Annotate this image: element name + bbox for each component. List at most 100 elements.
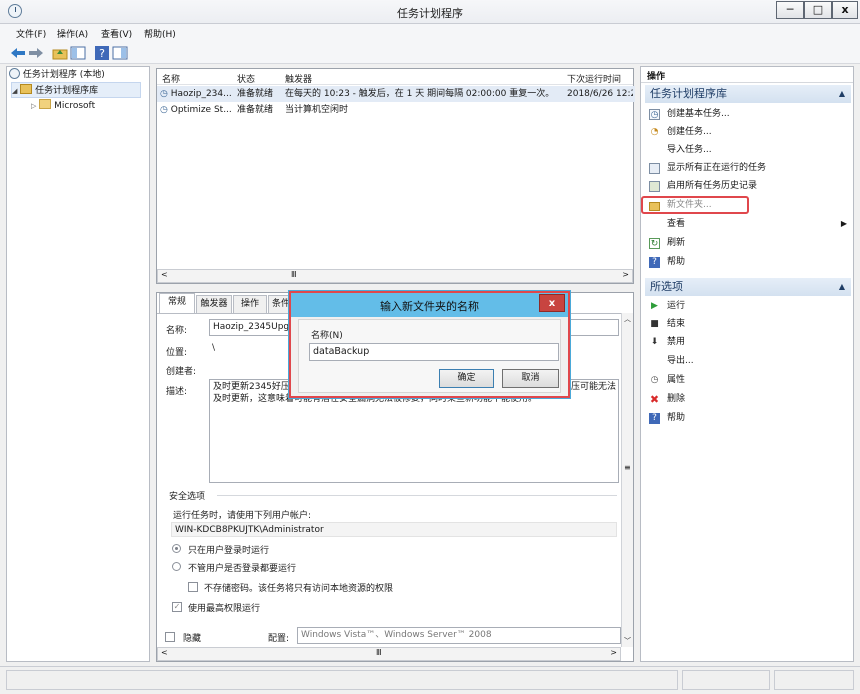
- scroll-right-icon[interactable]: >: [610, 648, 617, 657]
- show-action-pane-icon[interactable]: [112, 45, 128, 61]
- col-name[interactable]: 名称: [162, 72, 180, 85]
- detail-vertical-scrollbar[interactable]: ︿ ≡ ﹀: [621, 313, 633, 647]
- dialog-close-button[interactable]: x: [539, 294, 565, 312]
- list-header: 名称 状态 触发器 下次运行时间: [157, 69, 633, 85]
- action-new-folder[interactable]: 新文件夹...: [641, 196, 749, 214]
- delete-x-icon: ✖: [649, 393, 660, 406]
- action-view[interactable]: 查看 ▶: [645, 215, 851, 233]
- status-pane-middle: [682, 670, 770, 690]
- collapse-up-icon[interactable]: ▲: [839, 278, 845, 296]
- folder-icon: [649, 202, 660, 211]
- show-hide-tree-icon[interactable]: [70, 45, 86, 61]
- scroll-left-icon[interactable]: <: [161, 648, 168, 657]
- scroll-grip-icon[interactable]: ≡: [624, 463, 631, 472]
- action-end[interactable]: ■ 结束: [645, 315, 851, 333]
- action-import-task[interactable]: 导入任务...: [645, 141, 851, 159]
- table-row[interactable]: ◷ Optimize St... 准备就绪 当计算机空闲时: [157, 102, 635, 118]
- maximize-button[interactable]: □: [804, 1, 832, 19]
- section-selected-title: 所选项: [650, 280, 683, 293]
- scroll-right-icon[interactable]: >: [622, 270, 629, 279]
- history-icon: [649, 181, 660, 192]
- action-run[interactable]: ▶ 运行: [645, 297, 851, 315]
- menu-action[interactable]: 操作(A): [57, 27, 88, 40]
- navigation-tree: 任务计划程序 (本地) ◢ 任务计划程序库 ▷ Microsoft: [6, 66, 150, 662]
- help-icon[interactable]: ?: [94, 45, 110, 61]
- cancel-button[interactable]: 取消: [502, 369, 559, 388]
- scroll-thumb[interactable]: Ⅲ: [291, 270, 297, 279]
- action-properties[interactable]: ◷ 属性: [645, 371, 851, 389]
- tab-general[interactable]: 常规: [159, 293, 195, 313]
- actions-title: 操作: [641, 67, 853, 83]
- menu-bar: 文件(F) 操作(A) 查看(V) 帮助(H): [0, 24, 860, 42]
- back-arrow-icon[interactable]: [10, 45, 26, 61]
- folder-icon: [39, 99, 52, 109]
- scroll-thumb[interactable]: Ⅲ: [376, 648, 382, 657]
- name-label: 名称:: [166, 326, 188, 336]
- table-row[interactable]: ◷ Haozip_234... 准备就绪 在每天的 10:23 - 触发后，在 …: [157, 86, 635, 102]
- scroll-up-icon[interactable]: ︿: [624, 314, 631, 324]
- section-library-header[interactable]: 任务计划程序库 ▲: [645, 85, 851, 103]
- location-value: \: [212, 343, 216, 353]
- radio-whether-label: 不管用户是否登录都要运行: [188, 564, 297, 574]
- section-selected-header[interactable]: 所选项 ▲: [645, 278, 851, 296]
- action-disable[interactable]: ⬇ 禁用: [645, 333, 851, 351]
- action-create-task[interactable]: ◔ 创建任务...: [645, 123, 851, 141]
- clock-icon: [9, 68, 20, 79]
- close-button[interactable]: x: [832, 1, 858, 19]
- tree-item-microsoft[interactable]: ▷ Microsoft: [31, 98, 95, 114]
- task-status: 准备就绪: [237, 105, 274, 115]
- action-enable-history[interactable]: 启用所有任务历史记录: [645, 177, 851, 195]
- action-refresh[interactable]: ↻ 刷新: [645, 234, 851, 252]
- expand-arrow-icon: ◢: [12, 87, 18, 95]
- tab-triggers[interactable]: 触发器: [196, 295, 232, 313]
- dialog-title-bar[interactable]: 输入新文件夹的名称 x: [291, 293, 568, 317]
- menu-help[interactable]: 帮助(H): [144, 27, 176, 40]
- task-name: ◷ Haozip_234...: [160, 89, 232, 99]
- col-next-run[interactable]: 下次运行时间: [567, 72, 621, 85]
- menu-view[interactable]: 查看(V): [101, 27, 132, 40]
- minimize-button[interactable]: ─: [776, 1, 804, 19]
- checkbox-highest-privileges[interactable]: ✓: [172, 602, 182, 612]
- action-show-running[interactable]: 显示所有正在运行的任务: [645, 159, 851, 177]
- checkbox-no-store-password[interactable]: [188, 582, 198, 592]
- action-delete[interactable]: ✖ 删除: [645, 390, 851, 408]
- radio-whether-logged-on[interactable]: [172, 562, 181, 571]
- down-arrow-icon: ⬇: [650, 337, 659, 347]
- radio-logged-on-label: 只在用户登录时运行: [188, 546, 270, 556]
- scroll-down-icon[interactable]: ﹀: [624, 636, 631, 646]
- tree-item-library[interactable]: ◢ 任务计划程序库: [11, 82, 141, 98]
- action-help[interactable]: ? 帮助: [645, 253, 851, 271]
- submenu-arrow-icon: ▶: [840, 219, 847, 228]
- config-label: 配置:: [268, 634, 290, 644]
- action-export[interactable]: 导出...: [645, 352, 851, 370]
- radio-logged-on[interactable]: [172, 544, 181, 553]
- config-select[interactable]: Windows Vista™、Windows Server™ 2008: [297, 627, 621, 644]
- ok-button[interactable]: 确定: [439, 369, 494, 388]
- no-store-password-label: 不存储密码。该任务将只有访问本地资源的权限: [204, 584, 394, 594]
- properties-icon: ◷: [650, 375, 659, 385]
- basic-task-icon: ◷: [649, 109, 660, 120]
- collapse-arrow-icon: ▷: [31, 102, 37, 110]
- tab-actions[interactable]: 操作: [233, 295, 267, 313]
- list-horizontal-scrollbar[interactable]: < Ⅲ >: [157, 269, 633, 283]
- status-pane-right: [774, 670, 854, 690]
- action-create-basic-task[interactable]: ◷ 创建基本任务...: [645, 105, 851, 123]
- checkbox-hidden[interactable]: [165, 632, 175, 642]
- scroll-left-icon[interactable]: <: [161, 270, 168, 279]
- detail-horizontal-scrollbar[interactable]: < Ⅲ >: [157, 647, 621, 661]
- menu-file[interactable]: 文件(F): [16, 27, 46, 40]
- new-folder-dialog: 输入新文件夹的名称 x 名称(N) dataBackup 确定 取消: [289, 291, 570, 398]
- folder-name-input[interactable]: dataBackup: [309, 343, 559, 361]
- author-label: 创建者:: [166, 367, 197, 377]
- task-trigger: 当计算机空闲时: [285, 105, 349, 115]
- task-list: 名称 状态 触发器 下次运行时间 ◷ Haozip_234... 准备就绪 在每…: [156, 68, 635, 284]
- forward-arrow-icon[interactable]: [28, 45, 44, 61]
- folder-up-icon[interactable]: [52, 45, 68, 61]
- collapse-up-icon[interactable]: ▲: [839, 85, 845, 103]
- security-divider: [217, 495, 617, 496]
- action-help-selected[interactable]: ? 帮助: [645, 409, 851, 427]
- col-status[interactable]: 状态: [237, 72, 255, 85]
- col-trigger[interactable]: 触发器: [285, 72, 312, 85]
- tree-item-root[interactable]: 任务计划程序 (本地): [9, 67, 105, 83]
- dialog-title: 输入新文件夹的名称: [380, 300, 479, 313]
